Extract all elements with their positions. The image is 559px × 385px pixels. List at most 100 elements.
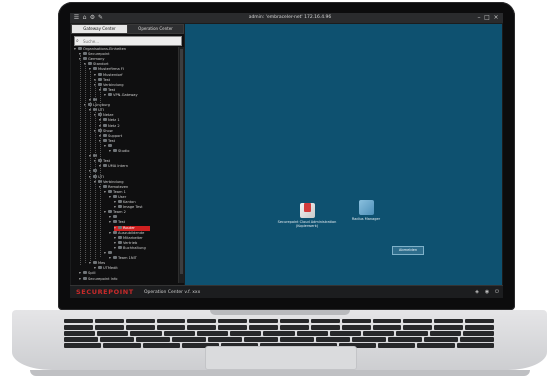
tree-item-label: Support	[108, 133, 123, 138]
folder-icon	[93, 67, 97, 71]
folder-icon	[113, 230, 117, 234]
settings-icon[interactable]: ⚙	[89, 14, 96, 21]
tree-item-label: UMA Intern	[108, 164, 128, 169]
keyboard-key	[196, 331, 229, 336]
tree-item-label: Team 1NIT	[118, 256, 137, 261]
keyboard-key	[64, 343, 102, 348]
keyboard-key	[142, 343, 180, 348]
folder-icon	[108, 189, 112, 193]
tree-item-label: Mitarbeiter	[123, 235, 143, 240]
tree-item[interactable]: ▾ UMA Intern	[99, 164, 128, 169]
tree-item-label: Musterdorf	[103, 72, 123, 77]
search-input[interactable]	[83, 37, 179, 45]
tree-item-label: Netz 1	[108, 118, 120, 123]
tree-item[interactable]: ▾ Securepoint Info	[79, 276, 117, 282]
keyboard-key	[249, 319, 278, 323]
search-icon: ⌕	[76, 38, 79, 44]
desktop-area: Securepoint Cloud Administration (Kopier…	[185, 24, 502, 285]
tree-item-label: Show	[103, 128, 113, 133]
tree-item-label: Test	[108, 138, 116, 143]
desktop-icon-radius-manager[interactable]: Radius Manager	[336, 200, 396, 221]
tree-item-label: Netze	[103, 113, 114, 118]
pin-icon[interactable]: ✎	[97, 14, 104, 21]
folder-icon	[113, 149, 117, 152]
keyboard-key	[249, 325, 278, 330]
folder-icon	[98, 72, 102, 76]
keyboard-key	[187, 325, 217, 330]
tree-item[interactable]: ▾ UTMedit	[94, 266, 118, 271]
folder-icon	[83, 52, 87, 56]
trackpad	[205, 346, 357, 370]
desktop-icon-label: Radius Manager	[351, 217, 381, 221]
tree-item-label: Securepoint	[88, 52, 110, 57]
tree-item[interactable]: ▾ Buchhaltung	[114, 245, 146, 251]
keyboard-key	[64, 319, 93, 323]
tree-item-label: Standort	[93, 62, 109, 67]
notification-icon[interactable]: ◉	[484, 289, 490, 295]
screen: ☰ ⌂ ⚙ ✎ admin: 'embraceler-net' 172.16.4…	[70, 13, 503, 298]
folder-icon	[103, 123, 107, 127]
folder-icon	[88, 62, 92, 66]
folder-icon	[103, 118, 107, 122]
folder-icon	[103, 133, 107, 137]
minimize-icon[interactable]: –	[475, 14, 483, 22]
tree-item[interactable]: ▾ Team 1NIT	[109, 256, 137, 261]
tab-gateway-center[interactable]: Gateway Center	[71, 24, 128, 34]
panel-tabs: Gateway Center Operation Center	[71, 24, 184, 34]
keyboard-key	[396, 331, 428, 336]
radius-manager-icon	[358, 200, 374, 215]
folder-icon	[118, 245, 122, 249]
keyboard-key	[64, 325, 93, 330]
keyboard-key	[388, 337, 422, 342]
tree-guide-line	[80, 55, 81, 265]
tree-scrollbar[interactable]	[178, 47, 184, 283]
keyboard-key	[456, 343, 494, 348]
left-panel: Gateway Center Operation Center ⌕ ▾Organ…	[71, 24, 184, 285]
laptop-frame: ☰ ⌂ ⚙ ✎ admin: 'embraceler-net' 172.16.4…	[0, 0, 559, 385]
tree-item-label: Kanton	[123, 200, 136, 204]
folder-icon	[108, 92, 112, 96]
tree-item-label: Test	[108, 87, 116, 92]
keyboard-key	[163, 331, 195, 336]
cloud-administration-icon	[299, 203, 315, 218]
home-icon[interactable]: ⌂	[81, 14, 88, 21]
logout-button[interactable]: Abmelden	[392, 246, 424, 255]
keyboard-key	[97, 331, 129, 336]
tree-item[interactable]: ▾ VPN-Gateway	[104, 92, 138, 98]
keyboard-key	[94, 325, 124, 330]
tree-item[interactable]: ▾ Studio	[109, 149, 129, 154]
folder-icon	[113, 194, 117, 198]
folder-icon	[108, 143, 112, 147]
keyboard-key	[94, 319, 124, 323]
keyboard-key	[100, 337, 134, 342]
tab-operation-center[interactable]: Operation Center	[127, 24, 184, 34]
hinge	[210, 310, 350, 315]
folder-icon	[103, 164, 107, 168]
keyboard-key	[352, 337, 386, 342]
search-box: ⌕	[74, 36, 182, 46]
keyboard-key	[103, 343, 141, 348]
tree-item-label: Test	[103, 77, 111, 82]
tree-item-label: Router	[123, 225, 135, 230]
keyboard-key	[363, 331, 395, 336]
tree-item-label: Verbindung	[103, 179, 124, 184]
tree-item-label: Germany	[88, 57, 105, 62]
network-icon[interactable]: ◈	[474, 289, 480, 295]
keyboard-key	[372, 325, 402, 330]
app-menu-icon[interactable]: ☰	[73, 14, 80, 21]
keyboard-key	[125, 319, 155, 323]
scrollbar-thumb[interactable]	[180, 49, 183, 274]
tree-guide-line	[85, 63, 86, 263]
keyboard-key	[316, 337, 350, 342]
desktop-icon-cloud-administration[interactable]: Securepoint Cloud Administration (Kopier…	[277, 200, 337, 228]
tree-item-label: Buchhaltung	[123, 245, 146, 250]
close-icon[interactable]: ×	[492, 14, 500, 22]
maximize-icon[interactable]: □	[483, 14, 491, 22]
folder-icon	[113, 256, 117, 260]
folder-icon	[118, 225, 122, 229]
tree-item-label: Mes	[98, 261, 106, 266]
power-icon[interactable]: ⏻	[494, 289, 500, 295]
keyboard-key	[465, 325, 494, 330]
tree-guide-line	[100, 87, 101, 257]
folder-icon	[118, 240, 122, 244]
